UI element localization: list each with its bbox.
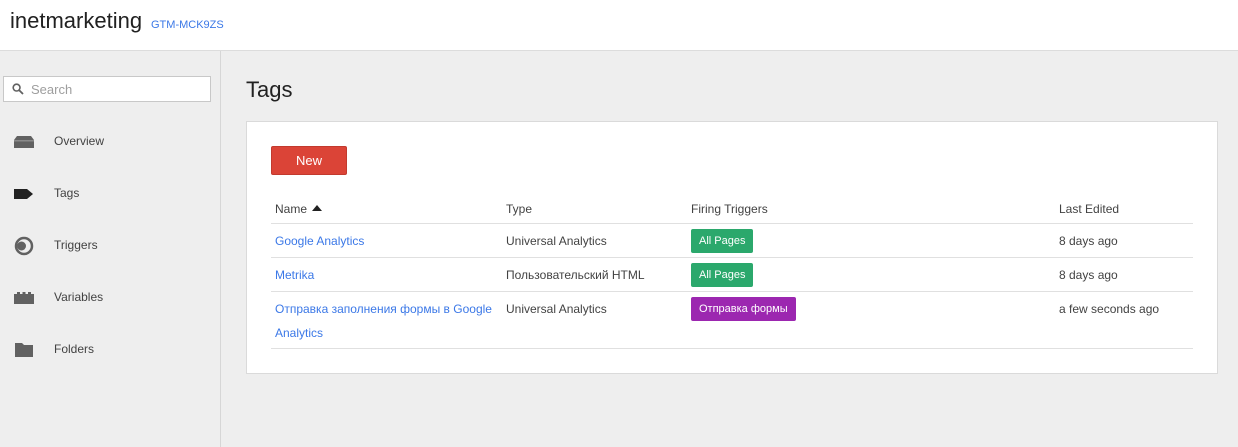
tag-type: Universal Analytics bbox=[506, 302, 607, 316]
last-edited: 8 days ago bbox=[1059, 234, 1118, 248]
row-divider bbox=[271, 348, 1193, 349]
sidebar-item-folders[interactable]: Folders bbox=[0, 330, 220, 370]
sidebar-item-label: Overview bbox=[54, 134, 105, 148]
column-header-type[interactable]: Type bbox=[506, 202, 532, 216]
sidebar-item-label: Triggers bbox=[54, 238, 98, 252]
page-title: Tags bbox=[246, 77, 293, 102]
container-id-link[interactable]: GTM-MCK9ZS bbox=[151, 19, 224, 31]
sidebar-item-tags[interactable]: Tags bbox=[0, 174, 220, 214]
trigger-icon bbox=[14, 236, 34, 256]
top-bar: inetmarketing GTM-MCK9ZS bbox=[0, 0, 1238, 51]
last-edited: 8 days ago bbox=[1059, 268, 1118, 282]
sort-ascending-icon bbox=[312, 204, 323, 211]
column-header-firing-triggers[interactable]: Firing Triggers bbox=[691, 202, 768, 216]
tags-card: New Name Type Firing Triggers Last Edite… bbox=[246, 121, 1218, 374]
tag-type: Пользовательский HTML bbox=[506, 268, 645, 282]
last-edited: a few seconds ago bbox=[1059, 302, 1160, 316]
main-content: Tags New Name Type Firing Triggers Last … bbox=[222, 51, 1238, 447]
sidebar-item-overview[interactable]: Overview bbox=[0, 122, 220, 162]
tag-name-line: Отправка заполнения формы в Google bbox=[275, 302, 492, 316]
tag-name-link[interactable]: Metrika bbox=[275, 263, 314, 287]
account-name[interactable]: inetmarketing bbox=[10, 8, 142, 34]
search-box[interactable] bbox=[3, 76, 211, 102]
tag-name-link[interactable]: Google Analytics bbox=[275, 229, 364, 253]
sidebar-item-triggers[interactable]: Triggers bbox=[0, 226, 220, 266]
firing-trigger-badge[interactable]: Отправка формы bbox=[691, 297, 796, 321]
row-divider bbox=[271, 223, 1193, 224]
search-input[interactable] bbox=[31, 80, 206, 98]
sidebar-item-label: Variables bbox=[54, 290, 104, 304]
tag-type: Universal Analytics bbox=[506, 234, 607, 248]
column-header-name[interactable]: Name bbox=[275, 202, 323, 216]
tag-icon bbox=[14, 189, 33, 199]
folder-icon bbox=[15, 343, 33, 357]
new-tag-button[interactable]: New bbox=[271, 146, 347, 175]
column-header-last-edited[interactable]: Last Edited bbox=[1059, 202, 1119, 216]
variables-icon bbox=[14, 292, 34, 304]
row-divider bbox=[271, 291, 1193, 292]
overview-icon bbox=[14, 136, 34, 148]
firing-trigger-badge[interactable]: All Pages bbox=[691, 263, 754, 287]
sidebar-item-variables[interactable]: Variables bbox=[0, 278, 220, 318]
sidebar-item-label: Tags bbox=[54, 186, 80, 200]
search-icon bbox=[12, 83, 24, 95]
sidebar: Overview Tags Triggers Variables Folders bbox=[0, 51, 221, 447]
firing-trigger-badge[interactable]: All Pages bbox=[691, 229, 754, 253]
sidebar-item-label: Folders bbox=[54, 342, 95, 356]
row-divider bbox=[271, 257, 1193, 258]
column-header-label: Name bbox=[275, 202, 308, 216]
tag-name-line: Analytics bbox=[275, 326, 324, 340]
tag-name-link[interactable]: Отправка заполнения формы в Google Analy… bbox=[275, 297, 492, 345]
